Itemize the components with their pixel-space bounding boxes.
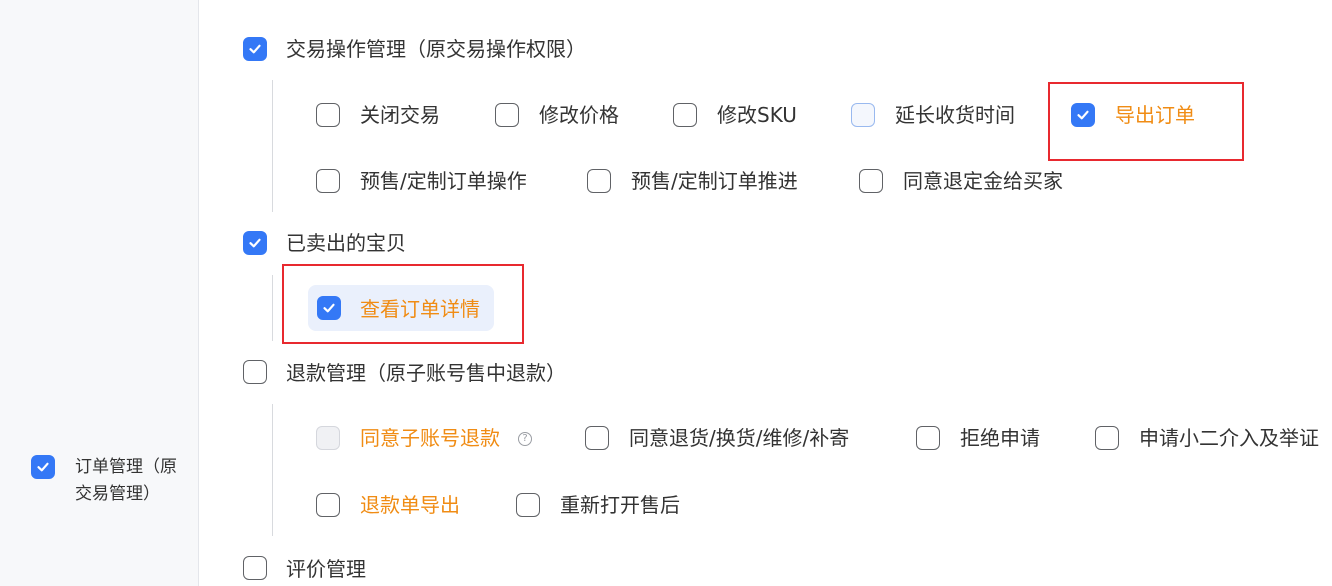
column-divider — [198, 0, 199, 586]
trade-operation-group-label: 交易操作管理（原交易操作权限） — [286, 37, 586, 61]
help-icon[interactable]: ? — [518, 432, 532, 446]
checkmark-icon — [249, 238, 261, 248]
extend-receipt-time-label: 延长收货时间 — [895, 103, 1015, 127]
approve-return-exchange-label: 同意退货/换货/维修/补寄 — [629, 426, 850, 450]
group-indent-line — [272, 275, 273, 341]
approve-subaccount-refund-checkbox[interactable] — [316, 426, 340, 450]
reject-application-label: 拒绝申请 — [960, 426, 1040, 450]
refund-deposit-checkbox[interactable] — [859, 169, 883, 193]
presale-custom-advance-label: 预售/定制订单推进 — [631, 169, 798, 193]
order-management-label-line2: 交易管理） — [75, 484, 160, 504]
refund-management-group-label: 退款管理（原子账号售中退款） — [286, 361, 566, 385]
modify-sku-checkbox[interactable] — [673, 103, 697, 127]
review-management-group-checkbox[interactable] — [243, 556, 267, 580]
order-management-label-line1: 订单管理（原 — [75, 457, 177, 477]
modify-price-label: 修改价格 — [539, 103, 619, 127]
sold-items-group-label: 已卖出的宝贝 — [286, 231, 406, 255]
reject-application-checkbox[interactable] — [916, 426, 940, 450]
export-refund-orders-label: 退款单导出 — [360, 493, 460, 517]
extend-receipt-time-checkbox[interactable] — [851, 103, 875, 127]
refund-deposit-label: 同意退定金给买家 — [903, 169, 1063, 193]
request-intervention-label: 申请小二介入及举证 — [1139, 426, 1319, 450]
close-trade-label: 关闭交易 — [360, 103, 440, 127]
approve-return-exchange-checkbox[interactable] — [585, 426, 609, 450]
reopen-after-sales-checkbox[interactable] — [516, 493, 540, 517]
modify-price-checkbox[interactable] — [495, 103, 519, 127]
group-indent-line — [272, 404, 273, 536]
trade-operation-group-checkbox[interactable] — [243, 37, 267, 61]
order-management-checkbox[interactable] — [31, 455, 55, 479]
close-trade-checkbox[interactable] — [316, 103, 340, 127]
request-intervention-checkbox[interactable] — [1095, 426, 1119, 450]
review-management-group-label: 评价管理 — [286, 557, 366, 581]
annotation-red-box — [1048, 82, 1244, 161]
export-refund-orders-checkbox[interactable] — [316, 493, 340, 517]
presale-custom-operation-checkbox[interactable] — [316, 169, 340, 193]
checkmark-icon — [249, 44, 261, 54]
reopen-after-sales-label: 重新打开售后 — [560, 493, 680, 517]
checkmark-icon — [37, 462, 49, 472]
modify-sku-label: 修改SKU — [717, 103, 797, 127]
approve-subaccount-refund-label: 同意子账号退款 — [360, 426, 500, 450]
sold-items-group-checkbox[interactable] — [243, 231, 267, 255]
group-indent-line — [272, 80, 273, 212]
refund-management-group-checkbox[interactable] — [243, 360, 267, 384]
annotation-red-box — [282, 264, 524, 344]
presale-custom-advance-checkbox[interactable] — [587, 169, 611, 193]
presale-custom-operation-label: 预售/定制订单操作 — [360, 169, 527, 193]
